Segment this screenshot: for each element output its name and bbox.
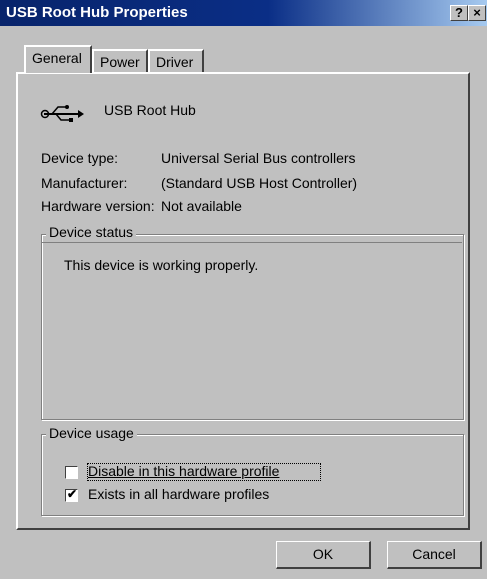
device-name: USB Root Hub [104,102,196,118]
device-status-title: Device status [46,224,137,240]
checkmark-icon: ✔ [67,487,78,501]
device-usage-title: Device usage [46,425,137,441]
cancel-button[interactable]: Cancel [387,541,482,569]
manufacturer-label: Manufacturer: [41,175,128,191]
tab-driver-label: Driver [156,54,194,70]
disable-profile-label[interactable]: Disable in this hardware profile [88,463,279,479]
device-status-group: This device is working properly. [41,234,464,420]
hardware-version-value: Not available [161,198,242,214]
hardware-version-label: Hardware version: [41,198,155,214]
device-usage-group: Disable in this hardware profile ✔ Exist… [41,434,464,516]
disable-profile-checkbox[interactable] [65,466,78,479]
tab-power-label: Power [100,54,140,70]
ok-button[interactable]: OK [276,541,371,569]
tab-driver[interactable]: Driver [148,49,204,73]
tab-general-label: General [32,50,82,66]
title-bar: USB Root Hub Properties ? × [0,0,487,26]
general-tab-panel: USB Root Hub Device type: Universal Seri… [16,72,470,530]
manufacturer-value: (Standard USB Host Controller) [161,175,358,191]
window-title: USB Root Hub Properties [6,4,188,21]
properties-dialog: USB Root Hub Properties ? × General Powe… [0,0,487,579]
device-status-text: This device is working properly. [64,257,259,273]
help-button[interactable]: ? [450,5,468,21]
tab-power[interactable]: Power [92,49,148,73]
exists-profile-checkbox[interactable]: ✔ [65,487,78,502]
tab-general[interactable]: General [24,45,92,73]
exists-profile-label[interactable]: Exists in all hardware profiles [88,486,269,502]
close-button[interactable]: × [468,5,486,21]
device-type-label: Device type: [41,150,119,166]
usb-icon [40,104,84,124]
device-type-value: Universal Serial Bus controllers [161,150,356,166]
